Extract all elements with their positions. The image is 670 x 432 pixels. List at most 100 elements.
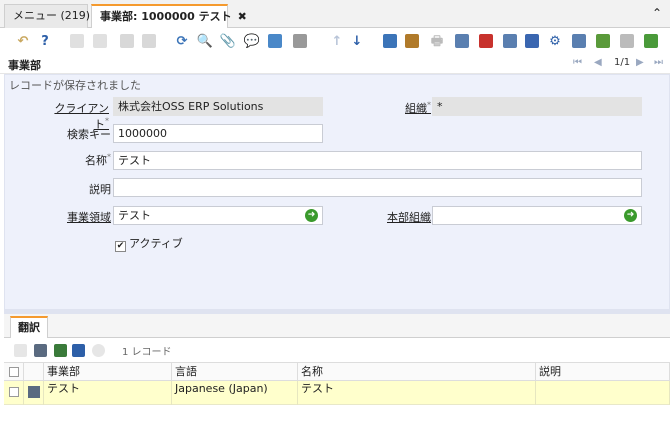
edit-record-icon[interactable]: [34, 344, 47, 357]
business-area-field[interactable]: テスト ➜: [113, 206, 323, 225]
refresh-icon[interactable]: ⟳: [173, 32, 191, 50]
previous-page-icon[interactable]: ◀: [594, 57, 602, 68]
select-all-checkbox[interactable]: [9, 367, 19, 377]
product-info-icon-shape: [525, 34, 539, 48]
page-title: 事業部: [8, 59, 41, 72]
undo-icon[interactable]: ↶: [14, 32, 32, 50]
tab-menu-label: メニュー (219): [13, 9, 91, 22]
next-record-icon[interactable]: ↓: [348, 32, 366, 50]
copy-record-icon[interactable]: [91, 32, 109, 50]
first-record-icon[interactable]: ⏮: [573, 57, 582, 68]
row-checkbox[interactable]: [9, 387, 19, 397]
grid-toggle-icon[interactable]: [291, 32, 309, 50]
request-icon[interactable]: [477, 32, 495, 50]
request-icon-shape: [479, 34, 493, 48]
next-page-icon[interactable]: ▶: [636, 57, 644, 68]
delete-icon-shape: [620, 34, 634, 48]
zoom-across-icon-shape: [455, 34, 469, 48]
settings-icon[interactable]: ⚙: [546, 32, 564, 50]
delete-icon[interactable]: [618, 32, 636, 50]
export-icon-shape: [572, 34, 586, 48]
organization-label[interactable]: 組織*: [401, 100, 431, 116]
print-icon[interactable]: 🖶: [428, 32, 446, 50]
customize-icon-shape: [644, 34, 658, 48]
cell-name[interactable]: テスト: [298, 381, 536, 405]
window-tab-bar: メニュー (219) 事業部: 1000000 テスト ✖ ⌃: [0, 0, 670, 28]
new-row-icon[interactable]: [14, 344, 27, 357]
parent-organization-field[interactable]: ➜: [432, 206, 642, 225]
cell-business-unit[interactable]: テスト: [44, 381, 172, 405]
toolbar: ↶? ⟳ 🔍 📎 💬 ↑ ↓ 🖶 ⚙: [0, 28, 670, 54]
checkbox-check-icon: ✔: [115, 241, 126, 252]
form-view-icon[interactable]: [54, 344, 67, 357]
client-field: 株式会社OSS ERP Solutions: [113, 97, 323, 116]
business-area-value: テスト: [118, 209, 151, 222]
workflow-icon[interactable]: [501, 32, 519, 50]
save-new-icon-shape: [142, 34, 156, 48]
attachment-icon[interactable]: 📎: [219, 32, 237, 50]
tab-business-unit[interactable]: 事業部: 1000000 テスト ✖: [91, 4, 247, 28]
cell-language[interactable]: Japanese (Japan): [172, 381, 298, 405]
row-select-cell: [4, 381, 24, 405]
header-spacer: [24, 363, 44, 381]
customize-icon[interactable]: [642, 32, 660, 50]
report-icon[interactable]: [381, 32, 399, 50]
grid-toggle-icon-shape: [293, 34, 307, 48]
business-area-label[interactable]: 事業領域: [45, 209, 111, 225]
translation-grid: 事業部 言語 名称 説明 テスト Japanese (Japan) テスト: [4, 362, 670, 432]
edit-row-icon[interactable]: [28, 386, 40, 398]
status-message: レコードが保存されました: [9, 79, 141, 92]
import-icon[interactable]: [594, 32, 612, 50]
lookup-icon[interactable]: ➜: [305, 209, 318, 222]
close-icon[interactable]: ✖: [238, 10, 247, 23]
column-header-name[interactable]: 名称: [298, 363, 536, 381]
copy-record-icon-shape: [93, 34, 107, 48]
window-header: 事業部 ⏮ ◀ 1/1 ▶ ⏭: [0, 54, 670, 74]
workflow-icon-shape: [503, 34, 517, 48]
zoom-across-icon[interactable]: [453, 32, 471, 50]
lookup-icon[interactable]: ➜: [624, 209, 637, 222]
save-icon-shape: [120, 34, 134, 48]
form-view-icon[interactable]: [266, 32, 284, 50]
delete-row-icon[interactable]: [92, 344, 105, 357]
required-mark: *: [107, 152, 111, 162]
search-key-label: 検索キー: [67, 128, 111, 141]
last-record-icon[interactable]: ⏭: [654, 57, 663, 68]
detail-toolbar: 1 レコード: [4, 338, 670, 362]
search-key-input[interactable]: 1000000: [113, 124, 323, 143]
organization-label-text: 組織: [405, 102, 427, 115]
table-row[interactable]: テスト Japanese (Japan) テスト: [4, 381, 670, 405]
active-checkbox[interactable]: ✔ アクティブ: [115, 235, 183, 252]
record-position: 1/1: [614, 57, 631, 68]
column-header-business-unit[interactable]: 事業部: [44, 363, 172, 381]
parent-organization-label[interactable]: 本部組織: [381, 209, 431, 225]
product-info-icon[interactable]: [523, 32, 541, 50]
name-input[interactable]: テスト: [113, 151, 642, 170]
required-mark: *: [105, 116, 109, 126]
new-record-icon-shape: [70, 34, 84, 48]
tab-menu[interactable]: メニュー (219): [4, 4, 91, 28]
organization-field: *: [432, 97, 642, 116]
collapse-icon[interactable]: ⌃: [652, 6, 662, 20]
column-header-description[interactable]: 説明: [536, 363, 670, 381]
new-record-icon[interactable]: [68, 32, 86, 50]
archive-icon[interactable]: [403, 32, 421, 50]
chat-icon[interactable]: 💬: [243, 32, 261, 50]
tab-business-unit-label: 事業部: 1000000 テスト: [100, 10, 232, 23]
description-input[interactable]: [113, 178, 642, 197]
report-icon-shape: [383, 34, 397, 48]
tab-translation[interactable]: 翻訳: [10, 316, 48, 338]
save-new-icon[interactable]: [140, 32, 158, 50]
name-label-text: 名称: [85, 154, 107, 167]
help-icon[interactable]: ?: [36, 32, 54, 50]
previous-record-icon[interactable]: ↑: [328, 32, 346, 50]
export-icon[interactable]: [570, 32, 588, 50]
required-mark: *: [427, 100, 431, 110]
active-label: アクティブ: [129, 237, 183, 250]
column-header-language[interactable]: 言語: [172, 363, 298, 381]
save-icon[interactable]: [118, 32, 136, 50]
cell-description[interactable]: [536, 381, 670, 405]
save-row-icon[interactable]: [72, 344, 85, 357]
find-icon[interactable]: 🔍: [196, 32, 214, 50]
detail-tab-bar: 翻訳: [4, 314, 670, 338]
